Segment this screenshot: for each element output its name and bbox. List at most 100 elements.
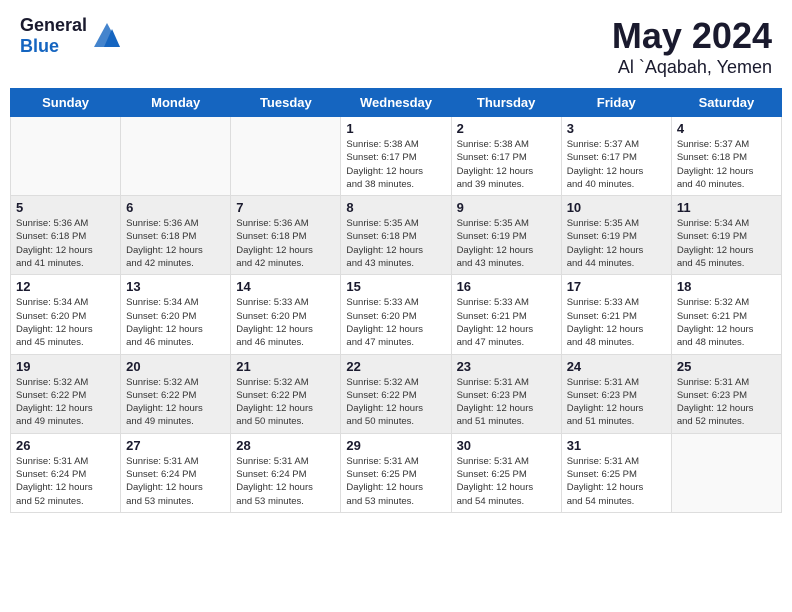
day-info: Sunrise: 5:38 AMSunset: 6:17 PMDaylight:… (346, 138, 445, 191)
calendar-cell-w3-d7: 18Sunrise: 5:32 AMSunset: 6:21 PMDayligh… (671, 275, 781, 354)
day-info: Sunrise: 5:33 AMSunset: 6:20 PMDaylight:… (346, 296, 445, 349)
logo-icon (92, 21, 122, 51)
calendar-cell-w3-d4: 15 Sunrise: 5:33 AMSunset: 6:20 PMDayligh… (341, 275, 451, 354)
day-info: Sunrise: 5:31 AMSunset: 6:24 PMDaylight:… (236, 455, 335, 508)
day-info: Sunrise: 5:33 AMSunset: 6:21 PMDaylight:… (457, 296, 556, 349)
calendar-table: Sunday Monday Tuesday Wednesday Thursday… (10, 88, 782, 513)
day-info: Sunrise: 5:31 AMSunset: 6:25 PMDaylight:… (457, 455, 556, 508)
day-info: Sunrise: 5:33 AMSunset: 6:20 PMDaylight:… (236, 296, 335, 349)
day-number: 25 (677, 359, 776, 374)
week-row-1: 1 Sunrise: 5:38 AMSunset: 6:17 PMDaylight… (11, 117, 782, 196)
week-row-3: 12 Sunrise: 5:34 AMSunset: 6:20 PMDayligh… (11, 275, 782, 354)
calendar-cell-w5-d3: 28 Sunrise: 5:31 AMSunset: 6:24 PMDayligh… (231, 433, 341, 512)
day-info: Sunrise: 5:35 AMSunset: 6:19 PMDaylight:… (457, 217, 556, 270)
calendar-cell-w2-d6: 10 Sunrise: 5:35 AMSunset: 6:19 PMDayligh… (561, 196, 671, 275)
calendar-cell-w5-d1: 26Sunrise: 5:31 AMSunset: 6:24 PMDayligh… (11, 433, 121, 512)
day-info: Sunrise: 5:31 AMSunset: 6:25 PMDaylight:… (567, 455, 666, 508)
calendar-cell-w4-d5: 23 Sunrise: 5:31 AMSunset: 6:23 PMDayligh… (451, 354, 561, 433)
calendar-cell-w2-d2: 6Sunrise: 5:36 AMSunset: 6:18 PMDaylight… (121, 196, 231, 275)
calendar-cell-w4-d1: 19Sunrise: 5:32 AMSunset: 6:22 PMDayligh… (11, 354, 121, 433)
calendar-cell-w2-d3: 7Sunrise: 5:36 AMSunset: 6:18 PMDaylight… (231, 196, 341, 275)
day-number: 28 (236, 438, 335, 453)
day-info: Sunrise: 5:31 AMSunset: 6:25 PMDaylight:… (346, 455, 445, 508)
day-number: 22 (346, 359, 445, 374)
logo-general: General (20, 15, 87, 36)
calendar-location: Al `Aqabah, Yemen (612, 57, 772, 78)
day-number: 13 (126, 279, 225, 294)
header-tuesday: Tuesday (231, 89, 341, 117)
day-info: Sunrise: 5:37 AMSunset: 6:17 PMDaylight:… (567, 138, 666, 191)
day-number: 1 (346, 121, 445, 136)
day-info: Sunrise: 5:31 AMSunset: 6:23 PMDaylight:… (567, 376, 666, 429)
calendar-cell-w2-d5: 9 Sunrise: 5:35 AMSunset: 6:19 PMDaylight… (451, 196, 561, 275)
calendar-cell-w2-d7: 11Sunrise: 5:34 AMSunset: 6:19 PMDayligh… (671, 196, 781, 275)
header-thursday: Thursday (451, 89, 561, 117)
day-info: Sunrise: 5:34 AMSunset: 6:20 PMDaylight:… (126, 296, 225, 349)
day-info: Sunrise: 5:34 AMSunset: 6:19 PMDaylight:… (677, 217, 776, 270)
day-number: 16 (457, 279, 556, 294)
logo-blue: Blue (20, 36, 87, 57)
day-number: 21 (236, 359, 335, 374)
header-saturday: Saturday (671, 89, 781, 117)
day-number: 15 (346, 279, 445, 294)
day-number: 12 (16, 279, 115, 294)
day-number: 2 (457, 121, 556, 136)
day-info: Sunrise: 5:36 AMSunset: 6:18 PMDaylight:… (16, 217, 115, 270)
day-number: 3 (567, 121, 666, 136)
logo: General Blue (20, 15, 122, 57)
day-number: 30 (457, 438, 556, 453)
day-number: 23 (457, 359, 556, 374)
calendar-cell-w4-d7: 25 Sunrise: 5:31 AMSunset: 6:23 PMDayligh… (671, 354, 781, 433)
day-number: 29 (346, 438, 445, 453)
day-info: Sunrise: 5:32 AMSunset: 6:22 PMDaylight:… (126, 376, 225, 429)
calendar-cell-w1-d6: 3 Sunrise: 5:37 AMSunset: 6:17 PMDaylight… (561, 117, 671, 196)
calendar-cell-w1-d3 (231, 117, 341, 196)
calendar-cell-w3-d1: 12 Sunrise: 5:34 AMSunset: 6:20 PMDayligh… (11, 275, 121, 354)
day-number: 20 (126, 359, 225, 374)
weekday-header-row: Sunday Monday Tuesday Wednesday Thursday… (11, 89, 782, 117)
calendar-cell-w3-d2: 13 Sunrise: 5:34 AMSunset: 6:20 PMDayligh… (121, 275, 231, 354)
day-number: 19 (16, 359, 115, 374)
header-sunday: Sunday (11, 89, 121, 117)
calendar-cell-w1-d4: 1 Sunrise: 5:38 AMSunset: 6:17 PMDaylight… (341, 117, 451, 196)
day-number: 4 (677, 121, 776, 136)
week-row-5: 26 Sunrise: 5:31 AMSunset: 6:24 PMDayligh… (11, 433, 782, 512)
day-info: Sunrise: 5:36 AMSunset: 6:18 PMDaylight:… (126, 217, 225, 270)
header-wednesday: Wednesday (341, 89, 451, 117)
day-number: 14 (236, 279, 335, 294)
header-monday: Monday (121, 89, 231, 117)
day-info: Sunrise: 5:33 AMSunset: 6:21 PMDaylight:… (567, 296, 666, 349)
day-info: Sunrise: 5:31 AMSunset: 6:23 PMDaylight:… (677, 376, 776, 429)
day-number: 17 (567, 279, 666, 294)
calendar-cell-w1-d5: 2 Sunrise: 5:38 AMSunset: 6:17 PMDaylight… (451, 117, 561, 196)
calendar-cell-w4-d6: 24Sunrise: 5:31 AMSunset: 6:23 PMDayligh… (561, 354, 671, 433)
day-number: 31 (567, 438, 666, 453)
day-number: 9 (457, 200, 556, 215)
calendar-cell-w4-d4: 22 Sunrise: 5:32 AMSunset: 6:22 PMDayligh… (341, 354, 451, 433)
day-info: Sunrise: 5:31 AMSunset: 6:23 PMDaylight:… (457, 376, 556, 429)
day-number: 27 (126, 438, 225, 453)
day-number: 26 (16, 438, 115, 453)
calendar-cell-w2-d1: 5 Sunrise: 5:36 AMSunset: 6:18 PMDaylight… (11, 196, 121, 275)
day-info: Sunrise: 5:35 AMSunset: 6:19 PMDaylight:… (567, 217, 666, 270)
calendar-cell-w5-d7 (671, 433, 781, 512)
day-info: Sunrise: 5:36 AMSunset: 6:18 PMDaylight:… (236, 217, 335, 270)
day-number: 10 (567, 200, 666, 215)
calendar-cell-w4-d3: 21Sunrise: 5:32 AMSunset: 6:22 PMDayligh… (231, 354, 341, 433)
calendar-cell-w1-d1 (11, 117, 121, 196)
calendar-cell-w5-d6: 31 Sunrise: 5:31 AMSunset: 6:25 PMDayligh… (561, 433, 671, 512)
day-info: Sunrise: 5:38 AMSunset: 6:17 PMDaylight:… (457, 138, 556, 191)
title-block: May 2024 Al `Aqabah, Yemen (612, 15, 772, 78)
calendar-cell-w3-d6: 17 Sunrise: 5:33 AMSunset: 6:21 PMDayligh… (561, 275, 671, 354)
calendar-cell-w5-d4: 29 Sunrise: 5:31 AMSunset: 6:25 PMDayligh… (341, 433, 451, 512)
day-number: 8 (346, 200, 445, 215)
day-number: 5 (16, 200, 115, 215)
calendar-cell-w3-d3: 14 Sunrise: 5:33 AMSunset: 6:20 PMDayligh… (231, 275, 341, 354)
day-info: Sunrise: 5:32 AMSunset: 6:22 PMDaylight:… (346, 376, 445, 429)
calendar-cell-w5-d2: 27Sunrise: 5:31 AMSunset: 6:24 PMDayligh… (121, 433, 231, 512)
day-info: Sunrise: 5:34 AMSunset: 6:20 PMDaylight:… (16, 296, 115, 349)
calendar-cell-w1-d7: 4 Sunrise: 5:37 AMSunset: 6:18 PMDaylight… (671, 117, 781, 196)
day-info: Sunrise: 5:37 AMSunset: 6:18 PMDaylight:… (677, 138, 776, 191)
header-friday: Friday (561, 89, 671, 117)
calendar-cell-w4-d2: 20 Sunrise: 5:32 AMSunset: 6:22 PMDayligh… (121, 354, 231, 433)
